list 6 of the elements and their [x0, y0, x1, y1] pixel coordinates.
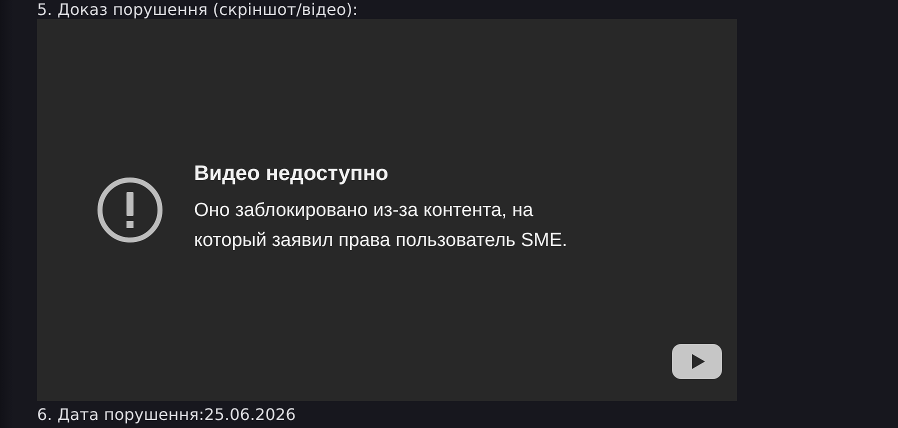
section-label: 6. Дата порушення:25.06.2026 — [37, 405, 296, 425]
error-message: Оно заблокировано из-за контента, на который заявил права пользователь SME. — [194, 199, 568, 253]
section-label: 5. Доказ порушення (скріншот/відео): — [37, 0, 358, 19]
error-title: Видео недоступно — [194, 162, 388, 186]
play-logo-icon[interactable] — [672, 344, 722, 379]
warning-icon — [96, 176, 164, 244]
